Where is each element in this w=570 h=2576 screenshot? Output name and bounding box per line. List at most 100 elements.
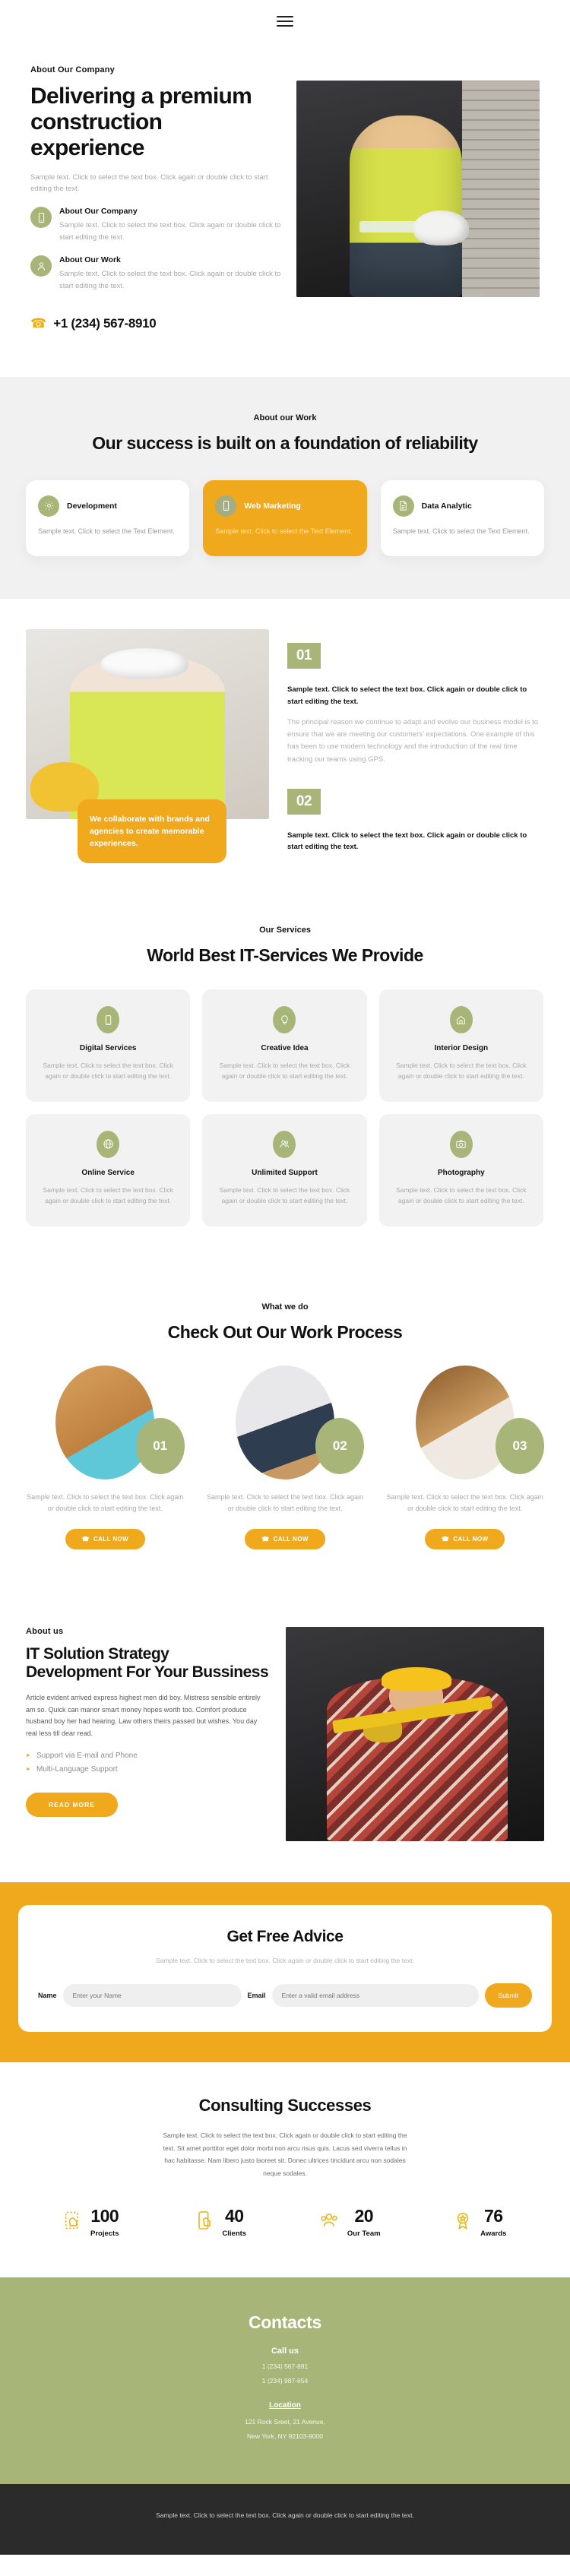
- address-line-1: 121 Rock Sreet, 21 Avenue,: [245, 2417, 325, 2426]
- stat-value: 76: [483, 2205, 503, 2226]
- work-card-web-marketing[interactable]: Web Marketing Sample text. Click to sele…: [203, 479, 367, 557]
- process-section: What we do Check Out Our Work Process 01…: [0, 1271, 570, 1593]
- call-now-button[interactable]: ☎ CALL NOW: [245, 1528, 325, 1549]
- call-now-label: CALL NOW: [453, 1535, 489, 1543]
- process-step-02: 02 Sample text. Click to select the text…: [201, 1366, 369, 1549]
- phone-icon: ☎: [30, 316, 47, 331]
- mobile-icon: [97, 1006, 120, 1034]
- service-card-photography[interactable]: Photography Sample text. Click to select…: [378, 1113, 543, 1226]
- about-photo: [286, 1626, 544, 1841]
- numbered-text-column: 01 Sample text. Click to select the text…: [287, 629, 544, 853]
- hero-phone[interactable]: ☎ +1 (234) 567-8910: [30, 316, 281, 331]
- process-photo: [55, 1366, 155, 1480]
- process-step-number: 01: [135, 1418, 185, 1475]
- services-header: Our Services World Best IT-Services We P…: [26, 926, 544, 967]
- call-now-button[interactable]: ☎ CALL NOW: [65, 1528, 146, 1549]
- hero-feature-body: Sample text. Click to select the text bo…: [59, 270, 281, 290]
- about-bullet-item: ► Multi-Language Support: [26, 1765, 269, 1774]
- work-card-development[interactable]: Development Sample text. Click to select…: [26, 479, 190, 557]
- service-card-title: Digital Services: [79, 1044, 137, 1053]
- hero-feature-title: About Our Company: [59, 207, 138, 217]
- people-icon: [319, 2210, 340, 2235]
- stat-our-team: 20 Our Team: [285, 2207, 415, 2238]
- globe-icon: [97, 1130, 120, 1158]
- award-icon: [452, 2210, 473, 2235]
- hero-section: About Our Company Delivering a premium c…: [0, 43, 570, 377]
- service-card-title: Creative Idea: [261, 1044, 309, 1053]
- page-footer: Sample text. Click to select the text bo…: [0, 2483, 570, 2555]
- service-card-interior-design[interactable]: Interior Design Sample text. Click to se…: [378, 989, 543, 1102]
- menu-toggle-icon[interactable]: [277, 16, 293, 27]
- gear-icon: [38, 495, 59, 517]
- about-title: IT Solution Strategy Development For You…: [26, 1644, 269, 1681]
- stat-clients: 40 Clients: [156, 2207, 286, 2238]
- work-section: About our Work Our success is built on a…: [0, 376, 570, 600]
- stat-label: Clients: [222, 2229, 247, 2238]
- hero-feature-company: About Our Company Sample text. Click to …: [30, 207, 281, 243]
- call-now-label: CALL NOW: [273, 1535, 309, 1543]
- stats-section: Consulting Successes Sample text. Click …: [0, 2062, 570, 2277]
- about-bullet-label: Multi-Language Support: [36, 1765, 118, 1774]
- advice-card: Get Free Advice Sample text. Click to se…: [18, 1904, 552, 2033]
- contact-phone-2[interactable]: 1 (234) 987-654: [15, 2377, 555, 2385]
- mobile-tap-icon: [194, 2210, 215, 2235]
- collaboration-quote: We collaborate with brands and agencies …: [78, 799, 226, 864]
- hand-card-icon: [62, 2210, 84, 2235]
- process-eyebrow: What we do: [261, 1302, 309, 1312]
- top-bar: [0, 0, 570, 43]
- submit-button[interactable]: Submit: [484, 1983, 532, 2008]
- mobile-icon: [215, 495, 237, 517]
- work-title: Our success is built on a foundation of …: [92, 432, 478, 453]
- stat-value: 20: [354, 2205, 374, 2226]
- work-card-data-analytic[interactable]: Data Analytic Sample text. Click to sele…: [380, 479, 544, 557]
- about-paragraph: Article evident arrived express highest …: [26, 1694, 261, 1737]
- service-card-body: Sample text. Click to select the text bo…: [43, 1062, 173, 1081]
- service-card-unlimited-support[interactable]: Unlimited Support Sample text. Click to …: [202, 1113, 367, 1226]
- work-header: About our Work Our success is built on a…: [26, 413, 544, 454]
- hero-feature-title: About Our Work: [59, 255, 121, 265]
- service-card-title: Photography: [437, 1168, 485, 1177]
- service-card-digital-services[interactable]: Digital Services Sample text. Click to s…: [26, 989, 191, 1102]
- stats-title: Consulting Successes: [198, 2096, 372, 2116]
- process-steps: 01 Sample text. Click to select the text…: [21, 1366, 549, 1549]
- numbered-section: We collaborate with brands and agencies …: [0, 599, 570, 893]
- name-input[interactable]: [62, 1984, 242, 2008]
- service-card-title: Interior Design: [434, 1044, 489, 1053]
- work-card-body: Sample text. Click to select the Text El…: [215, 527, 353, 535]
- contacts-title: Contacts: [248, 2312, 321, 2332]
- process-step-01: 01 Sample text. Click to select the text…: [21, 1366, 189, 1549]
- landing-page: About Our Company Delivering a premium c…: [0, 0, 570, 2555]
- step-number-01: 01: [287, 643, 321, 669]
- phone-icon: ☎: [441, 1535, 450, 1543]
- process-step-number: 02: [315, 1418, 365, 1475]
- step-strong-02: Sample text. Click to select the text bo…: [287, 831, 527, 852]
- work-card-body: Sample text. Click to select the Text El…: [392, 527, 530, 535]
- process-step-number: 03: [496, 1418, 545, 1475]
- process-step-03: 03 Sample text. Click to select the text…: [381, 1366, 549, 1549]
- service-card-creative-idea[interactable]: Creative Idea Sample text. Click to sele…: [202, 989, 367, 1102]
- about-bullet-list: ► Support via E-mail and Phone ► Multi-L…: [26, 1752, 269, 1774]
- service-card-title: Online Service: [81, 1168, 135, 1177]
- numbered-image-column: We collaborate with brands and agencies …: [26, 629, 269, 864]
- mobile-icon: [30, 207, 52, 229]
- people-icon: [273, 1130, 296, 1158]
- email-input[interactable]: [271, 1984, 479, 2008]
- advice-subtitle: Sample text. Click to select the text bo…: [156, 1956, 414, 1964]
- call-now-label: CALL NOW: [93, 1535, 129, 1543]
- location-link[interactable]: Location: [269, 2401, 301, 2410]
- service-card-body: Sample text. Click to select the text bo…: [219, 1062, 350, 1081]
- process-photo: [415, 1366, 515, 1480]
- call-now-button[interactable]: ☎ CALL NOW: [424, 1528, 505, 1549]
- about-eyebrow: About us: [26, 1626, 64, 1636]
- service-card-body: Sample text. Click to select the text bo…: [43, 1185, 173, 1205]
- stat-value: 40: [224, 2205, 244, 2226]
- contact-phone-1[interactable]: 1 (234) 567-891: [15, 2362, 555, 2370]
- read-more-button[interactable]: READ MORE: [26, 1793, 118, 1818]
- contacts-section: Contacts Call us 1 (234) 567-891 1 (234)…: [0, 2277, 570, 2484]
- service-card-online-service[interactable]: Online Service Sample text. Click to sel…: [26, 1113, 191, 1226]
- work-card-row: Development Sample text. Click to select…: [26, 479, 544, 557]
- step-number-02: 02: [287, 789, 321, 815]
- hero-feature-work: About Our Work Sample text. Click to sel…: [30, 255, 281, 292]
- hero-phone-number: +1 (234) 567-8910: [53, 315, 157, 331]
- process-step-body: Sample text. Click to select the text bo…: [27, 1493, 184, 1513]
